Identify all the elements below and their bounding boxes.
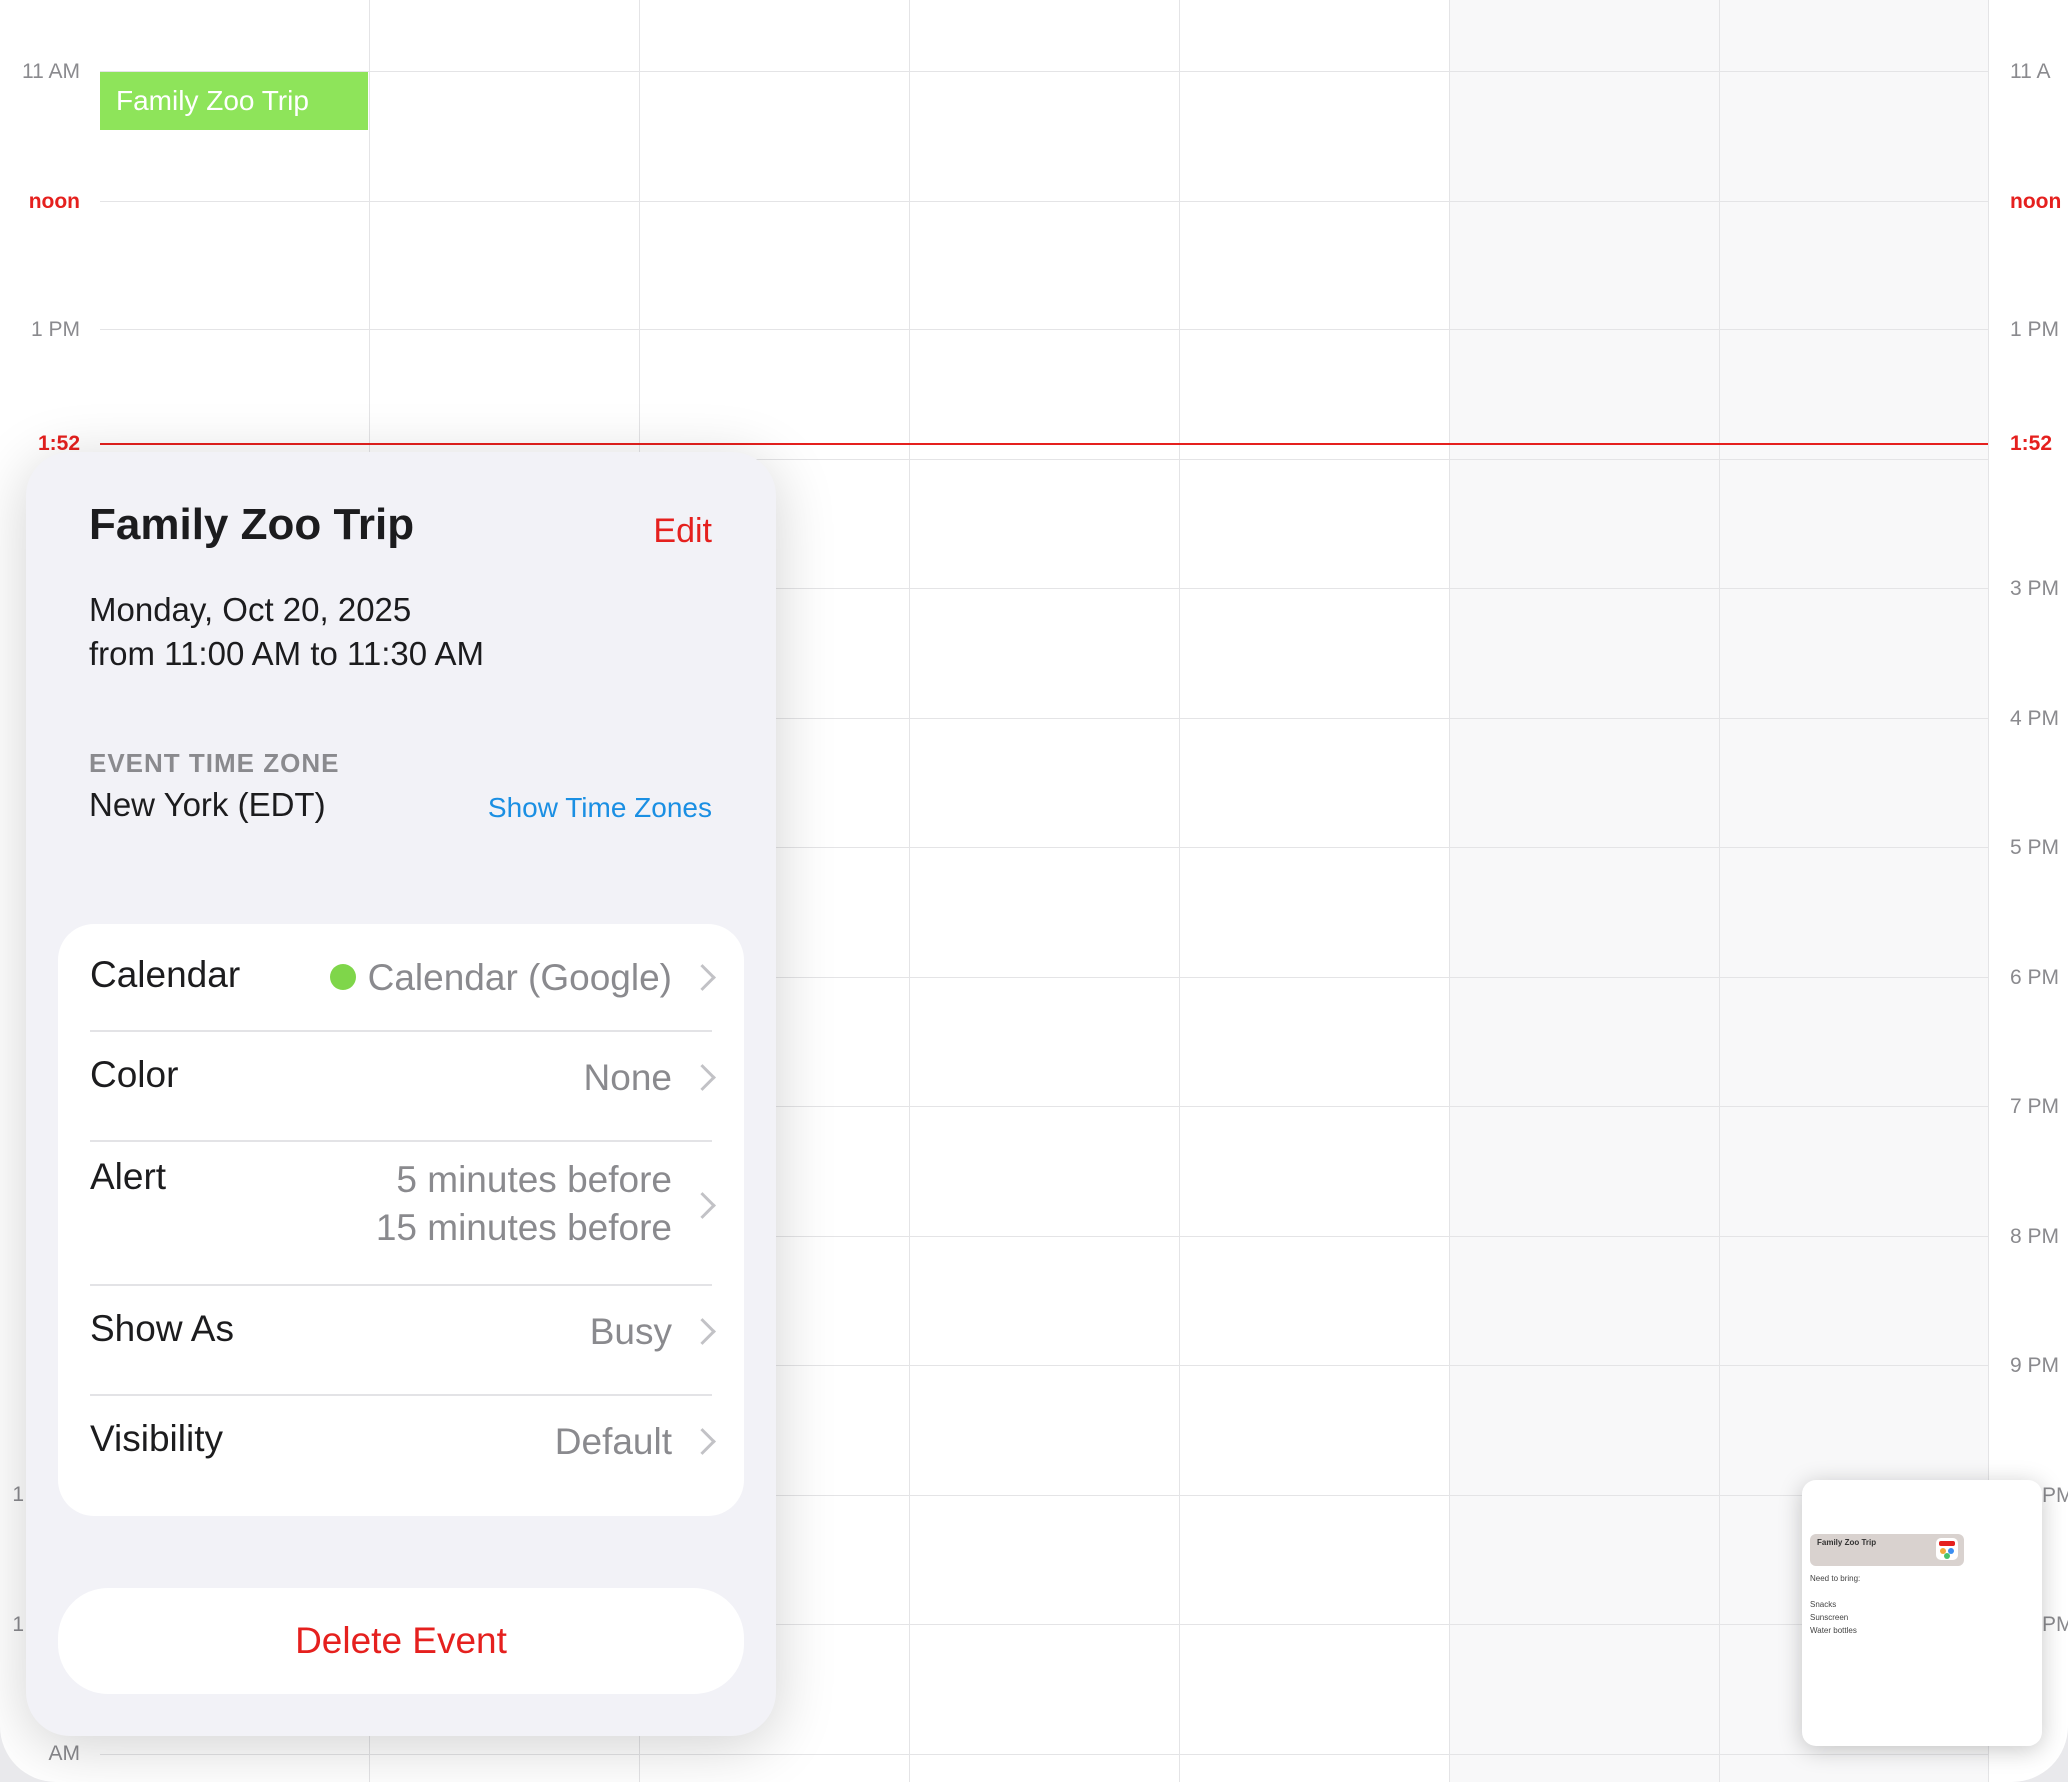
calendar-row-value: Calendar (Google): [329, 954, 672, 1002]
event-details-list: Calendar Calendar (Google) Color None Al…: [58, 924, 744, 1516]
calendar-name: Calendar (Google): [367, 957, 672, 998]
hour-label: 1: [12, 1613, 24, 1636]
show-as-row-value: Busy: [589, 1311, 672, 1352]
chevron-right-icon: [689, 1192, 716, 1219]
calendar-color-dot: [329, 964, 356, 991]
chevron-right-icon: [689, 1318, 716, 1345]
chevron-right-icon: [689, 1428, 716, 1455]
alert-row[interactable]: Alert 5 minutes before 15 minutes before: [90, 1156, 716, 1252]
hour-label-noon: noon: [2010, 190, 2062, 213]
time-zone-value: New York (EDT): [89, 786, 326, 823]
chevron-right-icon: [689, 964, 716, 991]
calendar-app-icon: [1936, 1538, 1958, 1560]
calendar-day-view: 11 AM noon 1 PM 1:52 1 1 AM 11 A noon 1 …: [0, 0, 2068, 1782]
row-divider: [90, 1030, 712, 1032]
thumbnail-title: Family Zoo Trip: [1817, 1538, 1877, 1547]
row-divider: [90, 1284, 712, 1286]
hour-label: 6 PM: [2010, 966, 2060, 989]
hour-line: [100, 201, 1988, 202]
hour-label: 5 PM: [2010, 836, 2060, 859]
hour-label: PM: [2042, 1613, 2068, 1636]
edit-button[interactable]: Edit: [653, 512, 712, 551]
hour-label: 7 PM: [2010, 1095, 2060, 1118]
hour-label: 11 A: [2010, 60, 2051, 83]
event-time-range: from 11:00 AM to 11:30 AM: [89, 635, 484, 672]
alert-row-values: 5 minutes before 15 minutes before: [376, 1156, 672, 1252]
show-time-zones-link[interactable]: Show Time Zones: [488, 792, 712, 824]
visibility-row-label: Visibility: [90, 1418, 223, 1459]
calendar-row[interactable]: Calendar Calendar (Google): [90, 954, 716, 1002]
hour-label: 1 PM: [30, 318, 80, 341]
day-divider: [1719, 0, 1720, 1782]
row-divider: [90, 1140, 712, 1142]
event-block-family-zoo-trip[interactable]: Family Zoo Trip: [100, 72, 368, 130]
show-as-row[interactable]: Show As Busy: [90, 1308, 716, 1356]
thumbnail-heading: Need to bring:: [1810, 1574, 1861, 1583]
icon-segment: [1939, 1541, 1955, 1546]
thumbnail-body: Need to bring: Snacks Sunscreen Water bo…: [1810, 1572, 1860, 1637]
hour-label: PM: [2042, 1484, 2068, 1507]
hour-label: 9 PM: [2010, 1354, 2060, 1377]
attachment-thumbnail[interactable]: Family Zoo Trip Need to bring: Snacks Su…: [1802, 1480, 2042, 1746]
hour-label-noon: noon: [28, 190, 80, 213]
hour-label: 1 PM: [2010, 318, 2060, 341]
hour-line: [100, 1754, 1988, 1755]
event-title: Family Zoo Trip: [89, 500, 415, 549]
alert-row-label: Alert: [90, 1156, 167, 1197]
current-time-label: 1:52: [2010, 432, 2053, 455]
time-zone-heading: EVENT TIME ZONE: [89, 748, 340, 778]
hour-label: 11 AM: [22, 60, 80, 83]
visibility-row[interactable]: Visibility Default: [90, 1418, 716, 1466]
show-as-row-label: Show As: [90, 1308, 234, 1349]
day-divider: [909, 0, 910, 1782]
row-divider: [90, 1394, 712, 1396]
hour-label: AM: [48, 1742, 81, 1765]
day-divider: [1449, 0, 1450, 1782]
color-row-value: None: [583, 1057, 672, 1098]
event-date: Monday, Oct 20, 2025: [89, 591, 412, 628]
hour-label: 4 PM: [2010, 707, 2060, 730]
visibility-row-value: Default: [554, 1421, 672, 1462]
hour-line: [100, 71, 1988, 72]
hour-label: 3 PM: [2010, 577, 2060, 600]
calendar-row-label: Calendar: [90, 954, 241, 995]
hour-line: [100, 329, 1988, 330]
thumbnail-spacer: [1810, 1585, 1860, 1598]
color-row-label: Color: [90, 1054, 179, 1095]
thumbnail-item: Water bottles: [1810, 1626, 1857, 1635]
day-divider: [1179, 0, 1180, 1782]
current-time-line: [100, 443, 1988, 445]
thumbnail-item: Snacks: [1810, 1600, 1837, 1609]
thumbnail-item: Sunscreen: [1810, 1613, 1849, 1622]
event-detail-popover: Family Zoo Trip Edit Monday, Oct 20, 202…: [26, 452, 776, 1736]
chevron-right-icon: [689, 1064, 716, 1091]
hour-label: 8 PM: [2010, 1225, 2060, 1248]
color-row[interactable]: Color None: [90, 1054, 716, 1102]
hour-label: 1: [12, 1483, 24, 1506]
alert-value-2: 15 minutes before: [375, 1207, 672, 1248]
event-datetime: Monday, Oct 20, 2025 from 11:00 AM to 11…: [89, 588, 484, 676]
alert-value-1: 5 minutes before: [396, 1159, 672, 1200]
icon-segment: [1944, 1553, 1950, 1559]
delete-event-button[interactable]: Delete Event: [58, 1588, 744, 1694]
